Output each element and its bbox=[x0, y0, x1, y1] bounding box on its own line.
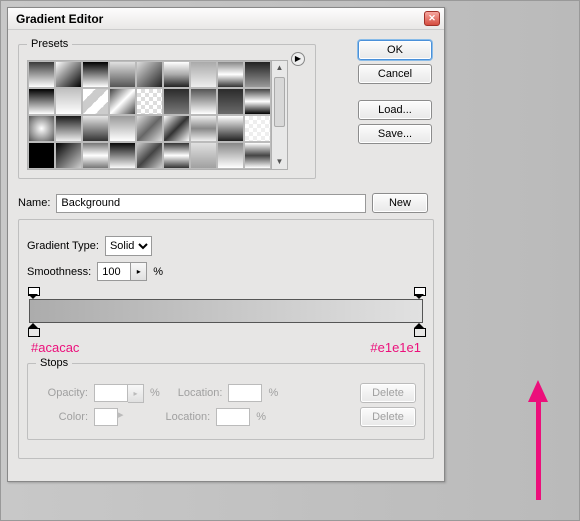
preset-swatch[interactable] bbox=[190, 61, 217, 88]
gradient-bar[interactable] bbox=[29, 299, 423, 323]
preset-swatch[interactable] bbox=[55, 142, 82, 169]
preset-swatch[interactable] bbox=[28, 142, 55, 169]
preset-swatch[interactable] bbox=[82, 88, 109, 115]
preset-swatch[interactable] bbox=[217, 61, 244, 88]
stops-legend: Stops bbox=[36, 357, 72, 369]
titlebar[interactable]: Gradient Editor ✕ bbox=[8, 8, 444, 30]
opacity-delete-button: Delete bbox=[360, 383, 416, 403]
left-hex-annotation: #acacac bbox=[31, 340, 79, 355]
cancel-button[interactable]: Cancel bbox=[358, 64, 432, 84]
scroll-up-icon[interactable]: ▲ bbox=[272, 61, 287, 75]
name-label: Name: bbox=[18, 197, 50, 209]
preset-swatch[interactable] bbox=[28, 61, 55, 88]
preset-swatch[interactable] bbox=[217, 88, 244, 115]
opacity-input bbox=[94, 384, 128, 402]
name-input[interactable] bbox=[56, 194, 366, 213]
preset-swatch[interactable] bbox=[82, 115, 109, 142]
presets-grid bbox=[27, 60, 272, 170]
color-delete-button: Delete bbox=[360, 407, 416, 427]
preset-swatch[interactable] bbox=[163, 61, 190, 88]
preset-swatch[interactable] bbox=[136, 115, 163, 142]
preset-swatch[interactable] bbox=[109, 115, 136, 142]
preset-swatch[interactable] bbox=[82, 61, 109, 88]
preset-swatch[interactable] bbox=[244, 115, 271, 142]
new-button[interactable]: New bbox=[372, 193, 428, 213]
gradient-bar-area: #acacac #e1e1e1 bbox=[27, 287, 425, 357]
scroll-down-icon[interactable]: ▼ bbox=[272, 155, 287, 169]
preset-swatch[interactable] bbox=[55, 88, 82, 115]
right-hex-annotation: #e1e1e1 bbox=[370, 340, 421, 355]
preset-swatch[interactable] bbox=[136, 88, 163, 115]
presets-legend: Presets bbox=[27, 38, 72, 50]
preset-swatch[interactable] bbox=[163, 115, 190, 142]
color-stop-right[interactable] bbox=[413, 323, 425, 335]
save-button[interactable]: Save... bbox=[358, 124, 432, 144]
percent-label: % bbox=[153, 266, 163, 278]
preset-swatch[interactable] bbox=[55, 61, 82, 88]
preset-swatch[interactable] bbox=[28, 88, 55, 115]
preset-swatch[interactable] bbox=[244, 61, 271, 88]
opacity-location-percent: % bbox=[268, 387, 278, 399]
color-stop-left[interactable] bbox=[27, 323, 39, 335]
opacity-location-label: Location: bbox=[178, 387, 223, 399]
preset-swatch[interactable] bbox=[163, 142, 190, 169]
stops-fieldset: Stops Opacity: ▸ % Location: % Delete bbox=[27, 357, 425, 440]
color-location-input bbox=[216, 408, 250, 426]
preset-swatch[interactable] bbox=[136, 142, 163, 169]
color-location-percent: % bbox=[256, 411, 266, 423]
close-icon[interactable]: ✕ bbox=[424, 11, 440, 26]
color-stepper-icon: ▸ bbox=[118, 408, 124, 426]
preset-swatch[interactable] bbox=[28, 115, 55, 142]
preset-swatch[interactable] bbox=[217, 142, 244, 169]
preset-swatch[interactable] bbox=[109, 61, 136, 88]
preset-swatch[interactable] bbox=[190, 115, 217, 142]
annotation-arrow-icon bbox=[533, 380, 543, 500]
gradient-settings-fieldset: Gradient Type: Solid Smoothness: ▸ % bbox=[18, 219, 434, 459]
opacity-percent: % bbox=[150, 387, 160, 399]
smoothness-stepper-icon[interactable]: ▸ bbox=[131, 262, 147, 281]
opacity-location-input bbox=[228, 384, 262, 402]
preset-swatch[interactable] bbox=[163, 88, 190, 115]
color-swatch bbox=[94, 408, 118, 426]
load-button[interactable]: Load... bbox=[358, 100, 432, 120]
color-label: Color: bbox=[36, 411, 88, 423]
preset-swatch[interactable] bbox=[136, 61, 163, 88]
opacity-label: Opacity: bbox=[36, 387, 88, 399]
opacity-stop-left[interactable] bbox=[27, 287, 39, 299]
preset-swatch[interactable] bbox=[217, 115, 244, 142]
presets-fieldset: Presets ▶ ▲ ▼ bbox=[18, 38, 316, 179]
preset-swatch[interactable] bbox=[82, 142, 109, 169]
smoothness-label: Smoothness: bbox=[27, 266, 91, 278]
opacity-stop-right[interactable] bbox=[413, 287, 425, 299]
gradient-type-select[interactable]: Solid bbox=[105, 236, 152, 256]
preset-swatch[interactable] bbox=[55, 115, 82, 142]
preset-swatch[interactable] bbox=[244, 88, 271, 115]
presets-menu-icon[interactable]: ▶ bbox=[291, 52, 305, 66]
presets-scrollbar[interactable]: ▲ ▼ bbox=[272, 60, 288, 170]
color-location-label: Location: bbox=[166, 411, 211, 423]
ok-button[interactable]: OK bbox=[358, 40, 432, 60]
window-title: Gradient Editor bbox=[16, 12, 424, 26]
preset-swatch[interactable] bbox=[190, 88, 217, 115]
scroll-thumb[interactable] bbox=[274, 77, 285, 127]
opacity-stepper-icon: ▸ bbox=[128, 384, 144, 403]
gradient-type-label: Gradient Type: bbox=[27, 240, 99, 252]
preset-swatch[interactable] bbox=[109, 142, 136, 169]
preset-swatch[interactable] bbox=[190, 142, 217, 169]
preset-swatch[interactable] bbox=[244, 142, 271, 169]
gradient-editor-dialog: Gradient Editor ✕ Presets ▶ ▲ ▼ OK Cance… bbox=[7, 7, 445, 482]
smoothness-input[interactable] bbox=[97, 262, 131, 281]
preset-swatch[interactable] bbox=[109, 88, 136, 115]
